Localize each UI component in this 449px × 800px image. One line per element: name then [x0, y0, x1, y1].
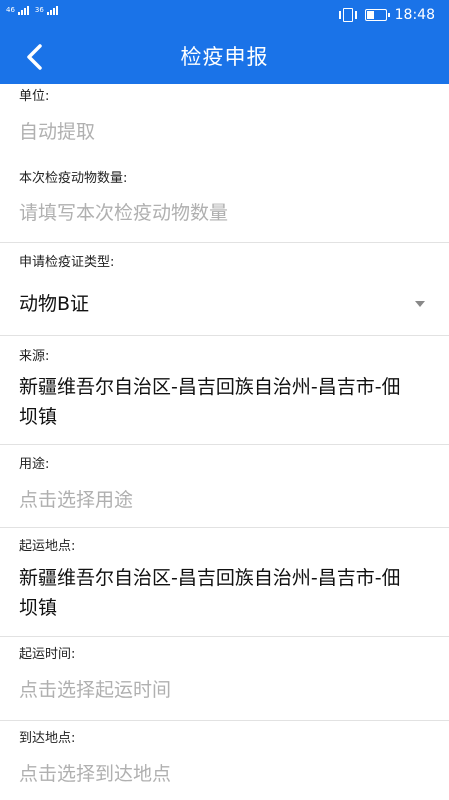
status-bar: 46 36 18:48	[0, 0, 449, 30]
field-departure-location: 起运地点: 新疆维吾尔自治区-昌吉回族自治州-昌吉市-佃坝镇	[0, 528, 449, 636]
signal2-label: 36	[34, 6, 44, 14]
vibrate-icon	[338, 8, 357, 22]
departure-time-select[interactable]: 点击选择起运时间	[19, 675, 419, 705]
status-time: 18:48	[394, 7, 435, 23]
signal-icon: 46	[6, 6, 29, 15]
dropdown-arrow-icon[interactable]	[415, 301, 425, 307]
field-label: 单位:	[19, 89, 50, 104]
field-source: 来源: 新疆维吾尔自治区-昌吉回族自治州-昌吉市-佃坝镇	[0, 336, 449, 444]
unit-input[interactable]: 自动提取	[19, 117, 419, 147]
field-label: 到达地点:	[19, 731, 76, 746]
field-departure-time: 起运时间: 点击选择起运时间	[0, 637, 449, 720]
signal1-label: 46	[6, 6, 15, 14]
field-arrival-location: 到达地点: 点击选择到达地点	[0, 721, 449, 800]
page-title: 检疫申报	[180, 45, 269, 69]
certificate-type-select[interactable]: 动物B证	[19, 289, 419, 319]
arrival-location-select[interactable]: 点击选择到达地点	[19, 759, 419, 789]
field-purpose: 用途: 点击选择用途	[0, 445, 449, 527]
field-label: 起运地点:	[19, 539, 76, 554]
source-select[interactable]: 新疆维吾尔自治区-昌吉回族自治州-昌吉市-佃坝镇	[19, 372, 419, 432]
animal-count-input[interactable]: 请填写本次检疫动物数量	[19, 198, 419, 228]
status-signals: 46 36	[6, 6, 58, 15]
field-certificate-type: 申请检疫证类型: 动物B证	[0, 243, 449, 335]
field-label: 本次检疫动物数量:	[19, 171, 128, 186]
field-label: 起运时间:	[19, 647, 76, 662]
field-label: 来源:	[19, 349, 50, 364]
app-bar: 检疫申报	[0, 30, 449, 84]
status-right: 18:48	[338, 6, 435, 24]
departure-location-select[interactable]: 新疆维吾尔自治区-昌吉回族自治州-昌吉市-佃坝镇	[19, 563, 419, 623]
battery-icon	[364, 9, 390, 21]
field-animal-count: 本次检疫动物数量: 请填写本次检疫动物数量	[0, 160, 449, 242]
signal-icon: 36	[35, 6, 58, 15]
field-unit: 单位: 自动提取	[0, 84, 449, 160]
field-label: 申请检疫证类型:	[19, 255, 115, 270]
field-label: 用途:	[19, 457, 50, 472]
purpose-select[interactable]: 点击选择用途	[19, 485, 419, 515]
